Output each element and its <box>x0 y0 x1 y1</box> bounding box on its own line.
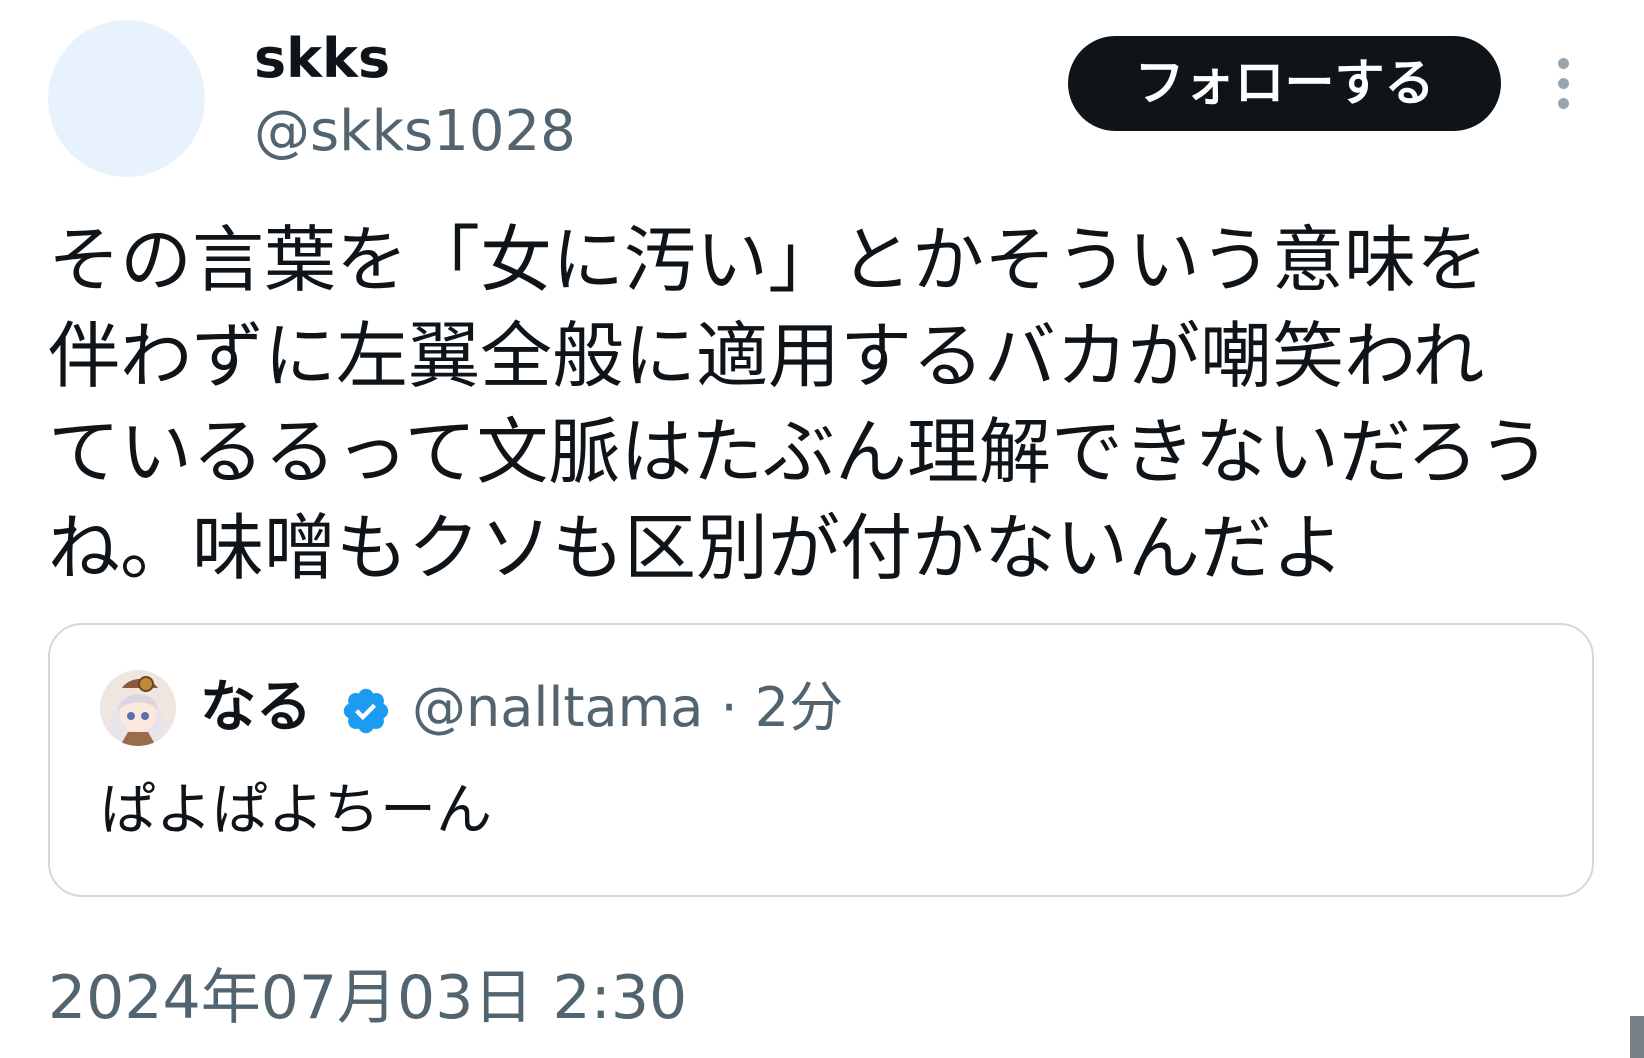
follow-button[interactable]: フォローする <box>1068 36 1501 131</box>
quoted-author-avatar[interactable] <box>100 670 176 746</box>
tweet-card: skks @skks1028 フォローする その言葉を「女に汚い」とかそういう意… <box>0 0 1644 1058</box>
tweet-text: その言葉を「女に汚い」とかそういう意味を 伴わずに左翼全般に適用するバカが嘲笑わ… <box>48 218 1551 590</box>
quoted-tweet-text: ぱよぱよちーん <box>100 778 492 843</box>
author-display-name[interactable]: skks <box>254 24 390 94</box>
more-dot <box>1558 78 1569 89</box>
quoted-tweet[interactable]: なる @nalltama · 2分 ぱよぱよちーん <box>48 623 1594 897</box>
author-handle[interactable]: @skks1028 <box>254 96 576 168</box>
anime-avatar-icon <box>100 670 176 746</box>
verified-badge-icon <box>343 688 389 734</box>
more-options-icon[interactable] <box>1546 54 1582 114</box>
quoted-author-name[interactable]: なる <box>200 670 312 746</box>
author-avatar[interactable] <box>48 20 205 177</box>
tweet-timestamp[interactable]: 2024年07月03日 2:30 <box>48 958 687 1038</box>
quoted-handle-and-time[interactable]: @nalltama · 2分 <box>412 670 843 746</box>
more-dot <box>1558 98 1569 109</box>
scrollbar-thumb[interactable] <box>1630 1016 1644 1058</box>
more-dot <box>1558 58 1569 69</box>
